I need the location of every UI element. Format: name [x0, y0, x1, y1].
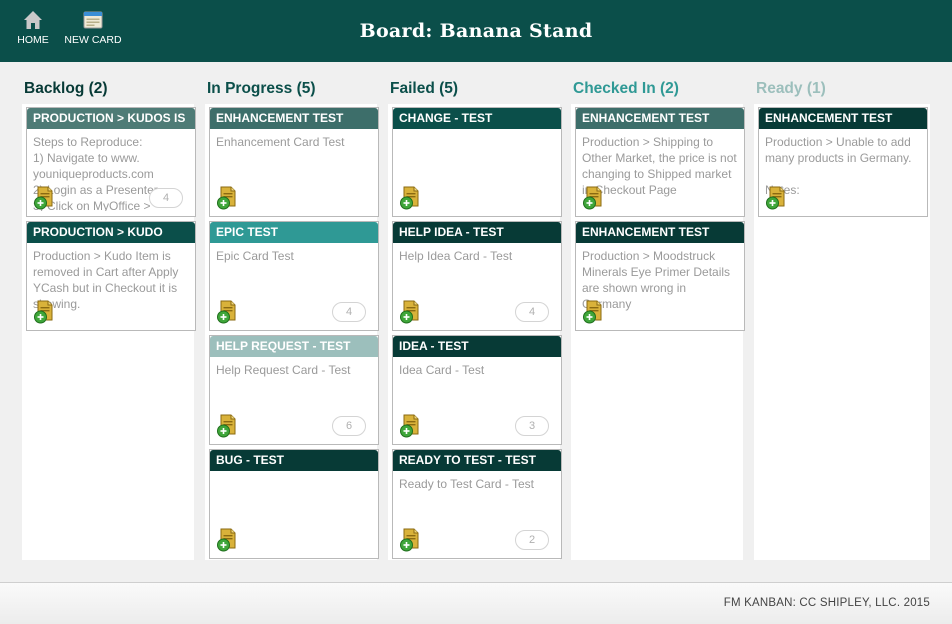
- add-document-icon[interactable]: [216, 528, 238, 552]
- column-backlog: Backlog (2) PRODUCTION > KUDOS IS Steps …: [22, 62, 196, 560]
- column-title: Checked In (2): [573, 80, 679, 97]
- kanban-card[interactable]: BUG - TEST: [209, 449, 379, 559]
- column-title: Ready (1): [756, 80, 826, 97]
- column-ready: Ready (1) ENHANCEMENT TEST Production > …: [754, 62, 930, 560]
- card-count-badge: 3: [515, 416, 549, 436]
- card-count-badge: 6: [332, 416, 366, 436]
- footer-copyright: FM KANBAN: CC SHIPLEY, LLC. 2015: [723, 597, 930, 609]
- add-document-icon[interactable]: [399, 528, 421, 552]
- add-document-icon[interactable]: [765, 186, 787, 210]
- column-failed: Failed (5) CHANGE - TEST HELP IDEA - TES…: [388, 62, 562, 560]
- column-title: In Progress (5): [207, 80, 316, 97]
- column-title: Backlog (2): [24, 80, 108, 97]
- add-document-icon[interactable]: [582, 300, 604, 324]
- add-document-icon[interactable]: [399, 300, 421, 324]
- card-title: PRODUCTION > KUDOS IS: [27, 108, 195, 129]
- card-title: ENHANCEMENT TEST: [210, 108, 378, 129]
- card-count-badge: 4: [149, 188, 183, 208]
- column-in-progress: In Progress (5) ENHANCEMENT TEST Enhance…: [205, 62, 379, 560]
- kanban-board: Backlog (2) PRODUCTION > KUDOS IS Steps …: [0, 62, 952, 582]
- card-title: BUG - TEST: [210, 450, 378, 471]
- card-title: IDEA - TEST: [393, 336, 561, 357]
- column-body: PRODUCTION > KUDOS IS Steps to Reproduce…: [22, 104, 196, 560]
- app-header: HOME NEW CARD Board: Banana Stand: [0, 0, 952, 62]
- add-document-icon[interactable]: [399, 186, 421, 210]
- add-document-icon[interactable]: [33, 186, 55, 210]
- kanban-card[interactable]: ENHANCEMENT TEST Production > Shipping t…: [575, 107, 745, 217]
- kanban-card[interactable]: ENHANCEMENT TEST Production > Unable to …: [758, 107, 928, 217]
- kanban-card[interactable]: PRODUCTION > KUDOS IS Steps to Reproduce…: [26, 107, 196, 217]
- card-count-badge: 4: [515, 302, 549, 322]
- card-title: READY TO TEST - TEST: [393, 450, 561, 471]
- kanban-card[interactable]: HELP IDEA - TEST Help Idea Card - Test 4: [392, 221, 562, 331]
- kanban-card[interactable]: IDEA - TEST Idea Card - Test 3: [392, 335, 562, 445]
- add-document-icon[interactable]: [216, 186, 238, 210]
- card-title: ENHANCEMENT TEST: [576, 108, 744, 129]
- card-title: HELP IDEA - TEST: [393, 222, 561, 243]
- app-footer: FM KANBAN: CC SHIPLEY, LLC. 2015: [0, 582, 952, 624]
- column-body: ENHANCEMENT TEST Production > Unable to …: [754, 104, 930, 560]
- column-body: ENHANCEMENT TEST Enhancement Card Test E…: [205, 104, 379, 560]
- card-title: CHANGE - TEST: [393, 108, 561, 129]
- add-document-icon[interactable]: [216, 414, 238, 438]
- column-title: Failed (5): [390, 80, 459, 97]
- card-count-badge: 4: [332, 302, 366, 322]
- add-document-icon[interactable]: [216, 300, 238, 324]
- kanban-card[interactable]: PRODUCTION > KUDO Production > Kudo Item…: [26, 221, 196, 331]
- kanban-card[interactable]: ENHANCEMENT TEST Production > Moodstruck…: [575, 221, 745, 331]
- kanban-card[interactable]: HELP REQUEST - TEST Help Request Card - …: [209, 335, 379, 445]
- kanban-card[interactable]: ENHANCEMENT TEST Enhancement Card Test: [209, 107, 379, 217]
- kanban-card[interactable]: READY TO TEST - TEST Ready to Test Card …: [392, 449, 562, 559]
- column-body: CHANGE - TEST HELP IDEA - TEST Help Idea…: [388, 104, 562, 560]
- card-title: PRODUCTION > KUDO: [27, 222, 195, 243]
- add-document-icon[interactable]: [582, 186, 604, 210]
- card-count-badge: 2: [515, 530, 549, 550]
- board-title: Board: Banana Stand: [359, 20, 593, 42]
- column-checked-in: Checked In (2) ENHANCEMENT TEST Producti…: [571, 62, 745, 560]
- kanban-card[interactable]: EPIC TEST Epic Card Test 4: [209, 221, 379, 331]
- add-document-icon[interactable]: [33, 300, 55, 324]
- kanban-card[interactable]: CHANGE - TEST: [392, 107, 562, 217]
- column-body: ENHANCEMENT TEST Production > Shipping t…: [571, 104, 745, 560]
- add-document-icon[interactable]: [399, 414, 421, 438]
- card-title: EPIC TEST: [210, 222, 378, 243]
- card-title: ENHANCEMENT TEST: [759, 108, 927, 129]
- card-title: ENHANCEMENT TEST: [576, 222, 744, 243]
- card-title: HELP REQUEST - TEST: [210, 336, 378, 357]
